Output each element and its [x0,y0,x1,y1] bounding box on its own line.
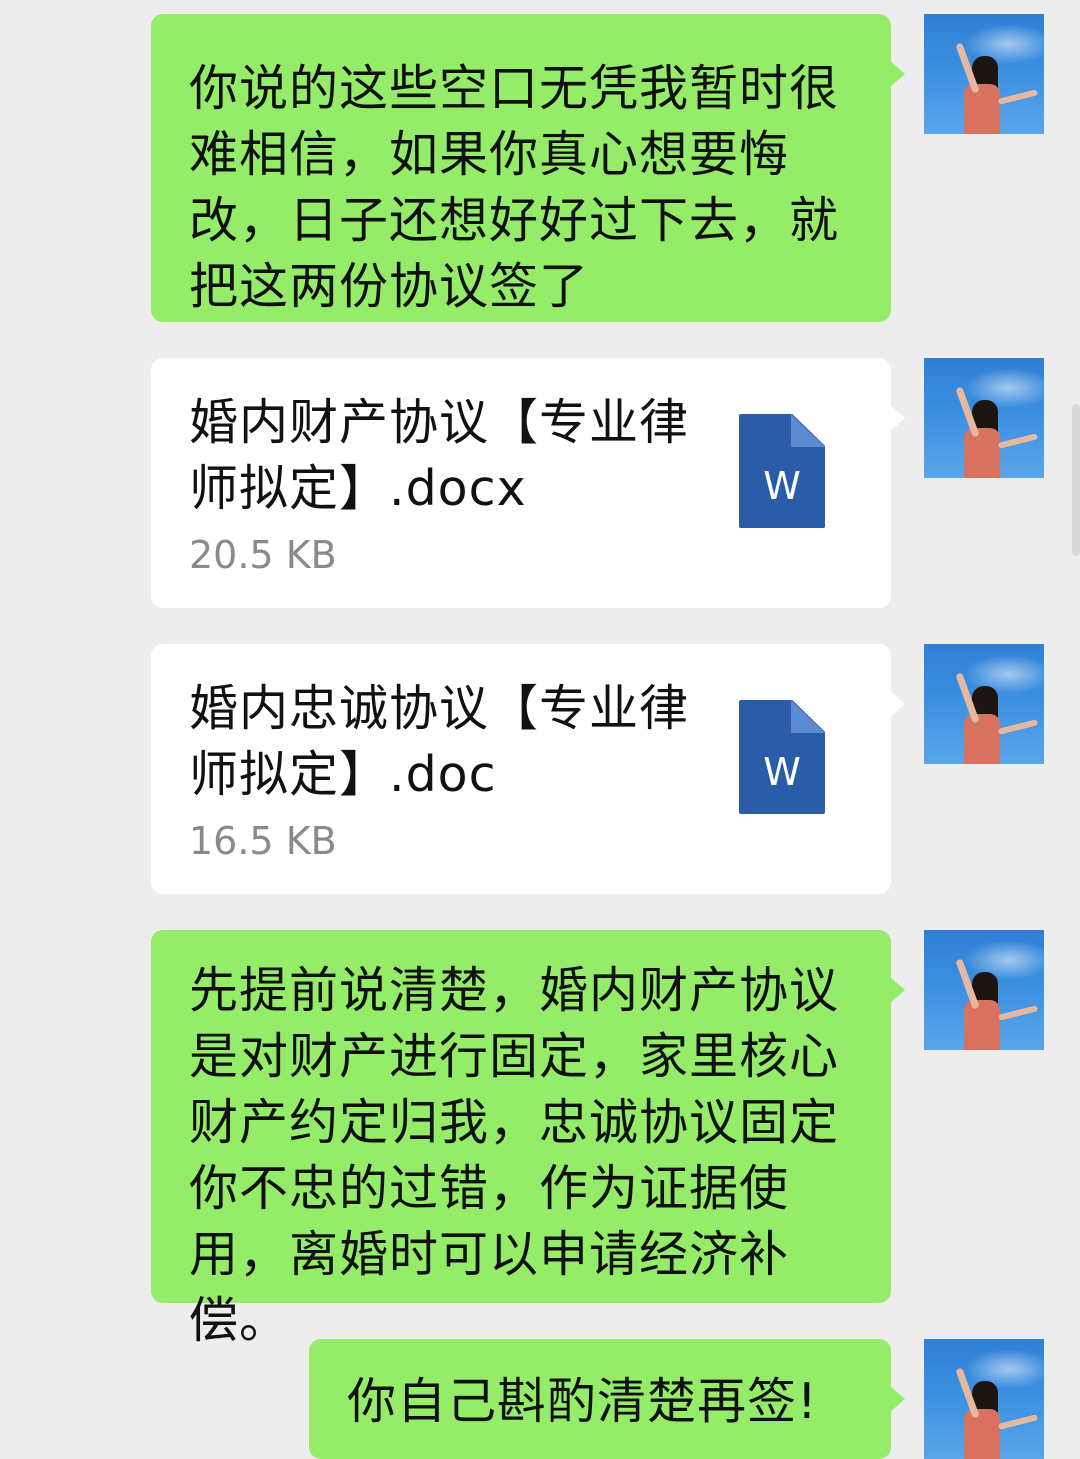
file-message-1[interactable]: 婚内财产协议【专业律师拟定】.docx 20.5 KB W [151,358,905,608]
file-name: 婚内财产协议【专业律师拟定】.docx [189,394,690,517]
avatar-body [964,84,1000,134]
bubble-tail [889,976,905,1004]
message-bubble-1[interactable]: 你说的这些空口无凭我暂时很难相信，如果你真心想要悔改，日子还想好好过下去，就把这… [151,14,905,322]
word-icon-letter: W [763,464,801,508]
word-document-icon: W [739,700,825,814]
avatar-body [964,714,1000,764]
user-avatar[interactable] [924,14,1044,134]
file-name: 婚内忠诚协议【专业律师拟定】.doc [189,680,690,803]
file-size: 20.5 KB [189,533,337,577]
word-document-icon: W [739,414,825,528]
avatar-body [964,1000,1000,1050]
message-bubble-3[interactable]: 你自己斟酌清楚再签! [309,1339,905,1459]
page-fold [791,700,825,733]
bubble-tail [889,404,905,432]
avatar-arm [997,89,1039,105]
chat-message-list[interactable]: 你说的这些空口无凭我暂时很难相信，如果你真心想要悔改，日子还想好好过下去，就把这… [0,0,1080,1459]
file-message-2[interactable]: 婚内忠诚协议【专业律师拟定】.doc 16.5 KB W [151,644,905,894]
avatar-arm [997,719,1039,735]
user-avatar[interactable] [924,644,1044,764]
page-fold [791,414,825,447]
message-text: 你说的这些空口无凭我暂时很难相信，如果你真心想要悔改，日子还想好好过下去，就把这… [189,60,840,315]
bubble-tail [889,690,905,718]
user-avatar[interactable] [924,930,1044,1050]
avatar-arm [997,1005,1039,1021]
bubble-tail [889,60,905,88]
word-icon-letter: W [763,750,801,794]
message-text: 你自己斟酌清楚再签! [347,1373,818,1430]
message-text: 先提前说清楚，婚内财产协议是对财产进行固定，家里核心财产约定归我，忠诚协议固定你… [189,962,840,1349]
user-avatar[interactable] [924,1339,1044,1459]
file-size: 16.5 KB [189,819,337,863]
avatar-arm [997,433,1039,449]
bubble-tail [889,1385,905,1413]
scrollbar[interactable] [1072,404,1080,556]
message-bubble-2[interactable]: 先提前说清楚，婚内财产协议是对财产进行固定，家里核心财产约定归我，忠诚协议固定你… [151,930,905,1349]
avatar-arm [997,1414,1039,1430]
avatar-body [964,428,1000,478]
avatar-body [964,1409,1000,1459]
user-avatar[interactable] [924,358,1044,478]
